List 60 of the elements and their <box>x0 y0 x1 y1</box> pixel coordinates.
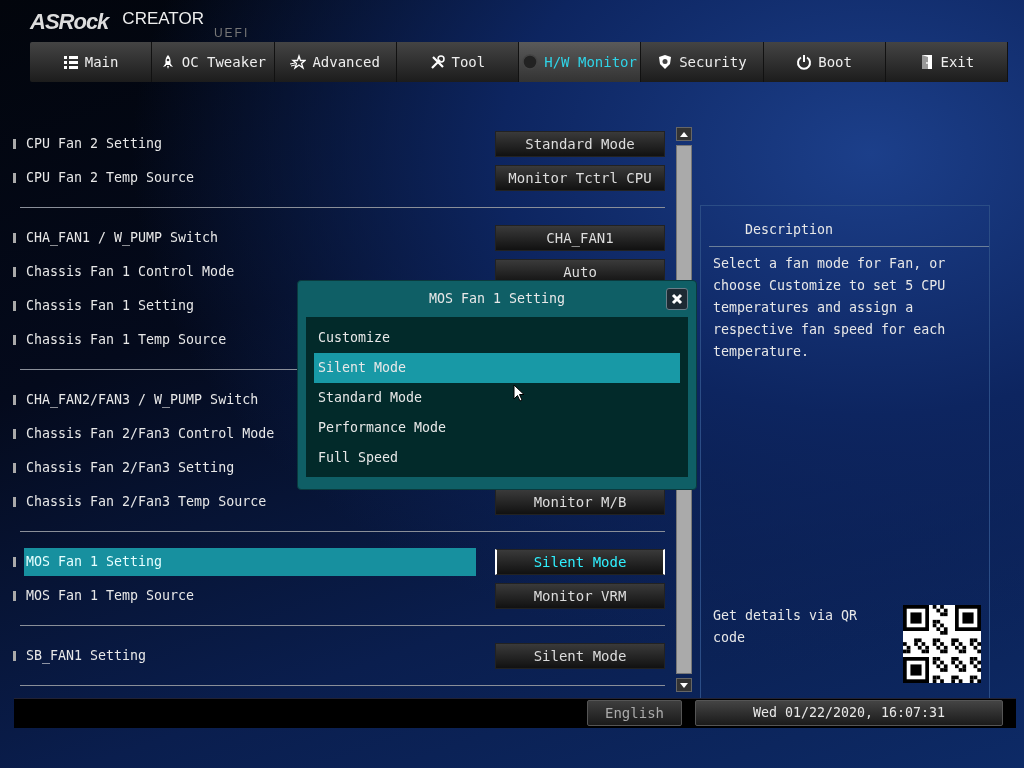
edition-label: UEFI <box>213 25 250 42</box>
row-marker <box>13 139 16 149</box>
shield-icon <box>657 54 674 70</box>
setting-label[interactable]: CPU Fan 2 Setting <box>24 130 476 158</box>
setting-label[interactable]: MOS Fan 1 Temp Source <box>24 582 476 610</box>
date-time: Wed 01/22/2020, 16:07:31 <box>695 700 1003 726</box>
tab[interactable]: Main <box>30 42 153 82</box>
description-title: Description <box>709 220 989 247</box>
setting-value-button[interactable]: Standard Mode <box>495 131 665 157</box>
row-marker <box>13 395 16 405</box>
row-marker <box>13 497 16 507</box>
tab[interactable]: Exit <box>885 42 1008 82</box>
tools-icon <box>429 54 446 70</box>
scroll-down-button[interactable] <box>676 678 692 692</box>
tab[interactable]: Advanced <box>274 42 397 82</box>
scroll-up-button[interactable] <box>676 127 692 141</box>
setting-label[interactable]: MOS Fan 1 Setting <box>24 548 476 576</box>
row-marker <box>13 301 16 311</box>
popup-option[interactable]: Standard Mode <box>314 383 680 413</box>
setting-label[interactable]: CHA_FAN1 / W_PUMP Switch <box>24 224 476 252</box>
row-marker <box>13 233 16 243</box>
setting-label[interactable]: CPU Fan 2 Temp Source <box>24 164 476 192</box>
setting-label[interactable]: SB_FAN1 Setting <box>24 642 476 670</box>
description-text: Select a fan mode for Fan, or choose Customize to set 5 CPU temperatures and assign a respective fan speed for each temperature. <box>712 254 947 361</box>
setting-value-button[interactable]: CHA_FAN1 <box>495 225 665 251</box>
tab[interactable]: Boot <box>763 42 886 82</box>
setting-label[interactable]: Chassis Fan 1 Control Mode <box>24 258 476 286</box>
setting-value-button[interactable]: Monitor M/B <box>495 489 665 515</box>
setting-value-button[interactable]: Monitor VRM <box>495 583 665 609</box>
setting-value-button[interactable]: Silent Mode <box>495 643 665 669</box>
tab[interactable]: H/W Monitor <box>519 42 642 82</box>
setting-label[interactable]: Chassis Fan 2/Fan3 Temp Source <box>24 488 476 516</box>
popup-option[interactable]: Full Speed <box>314 443 680 473</box>
popup-title: MOS Fan 1 Setting <box>428 290 566 309</box>
up-arrow-icon <box>680 131 688 137</box>
row-marker <box>13 173 16 183</box>
close-button[interactable] <box>666 288 688 310</box>
setting-value-button[interactable]: Monitor Tctrl CPU <box>495 165 665 191</box>
tab[interactable]: OC Tweaker <box>152 42 275 82</box>
product-name: CREATOR <box>122 8 204 31</box>
row-marker <box>13 557 16 567</box>
row-marker <box>13 335 16 345</box>
mouse-pointer-icon <box>513 384 525 402</box>
brand-logo: ASRock <box>30 7 109 36</box>
close-icon <box>671 293 683 305</box>
row-marker <box>13 651 16 661</box>
language-button[interactable]: English <box>587 700 682 726</box>
list-icon <box>62 54 79 70</box>
row-marker <box>13 267 16 277</box>
star-icon <box>290 54 307 70</box>
row-marker <box>13 591 16 601</box>
qr-caption: Get details via QR code <box>712 607 859 647</box>
popup-option[interactable]: Customize <box>314 323 680 353</box>
tab[interactable]: Security <box>641 42 764 82</box>
popup-option[interactable]: Performance Mode <box>314 413 680 443</box>
setting-value-button[interactable]: Silent Mode <box>495 549 665 575</box>
down-arrow-icon <box>680 682 688 688</box>
power-icon <box>796 54 813 70</box>
row-marker <box>13 429 16 439</box>
row-marker <box>13 463 16 473</box>
